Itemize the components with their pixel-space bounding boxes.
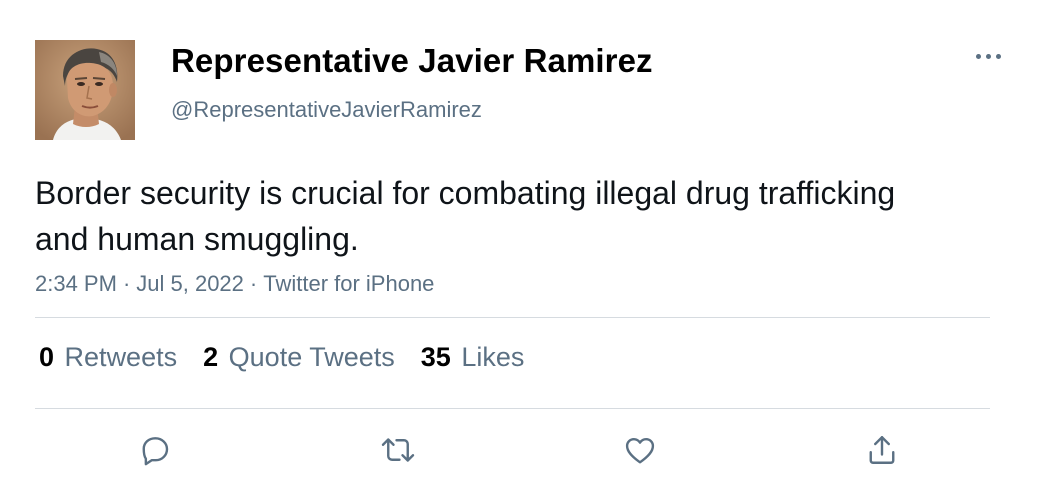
tweet-metadata: 2:34 PM · Jul 5, 2022 · Twitter for iPhone	[35, 271, 434, 297]
retweet-arrows-icon	[381, 438, 415, 462]
retweets-count: 0	[39, 342, 55, 372]
quote-tweets-label: Quote Tweets	[228, 342, 395, 372]
quote-tweets-stat[interactable]: 2 Quote Tweets	[203, 342, 395, 373]
share-upload-icon	[869, 436, 895, 464]
divider	[35, 317, 990, 318]
share-button[interactable]	[862, 430, 902, 470]
tweet-time[interactable]: 2:34 PM	[35, 271, 117, 297]
tweet-text: Border security is crucial for combating…	[35, 175, 896, 257]
tweet-source[interactable]: Twitter for iPhone	[263, 271, 434, 297]
divider	[35, 408, 990, 409]
retweets-label: Retweets	[64, 342, 178, 372]
speech-bubble-icon	[142, 437, 169, 466]
user-handle[interactable]: @RepresentativeJavierRamirez	[171, 97, 482, 123]
engagement-stats: 0 Retweets 2 Quote Tweets 35 Likes	[39, 342, 550, 373]
retweet-button[interactable]	[378, 430, 418, 470]
quote-tweets-count: 2	[203, 342, 219, 372]
tweet-card: Representative Javier Ramirez @Represent…	[0, 0, 1050, 480]
heart-icon	[625, 438, 655, 464]
likes-stat[interactable]: 35 Likes	[421, 342, 525, 373]
display-name[interactable]: Representative Javier Ramirez	[171, 42, 653, 80]
likes-label: Likes	[461, 342, 525, 372]
likes-count: 35	[420, 342, 451, 372]
profile-photo	[35, 40, 135, 140]
tweet-date[interactable]: Jul 5, 2022	[136, 271, 244, 297]
meta-separator: ·	[122, 271, 131, 296]
avatar[interactable]	[35, 40, 135, 140]
reply-button[interactable]	[135, 430, 175, 470]
more-horizontal-icon[interactable]	[966, 44, 1010, 68]
meta-separator: ·	[249, 271, 258, 296]
retweets-stat[interactable]: 0 Retweets	[39, 342, 177, 373]
like-button[interactable]	[620, 430, 660, 470]
